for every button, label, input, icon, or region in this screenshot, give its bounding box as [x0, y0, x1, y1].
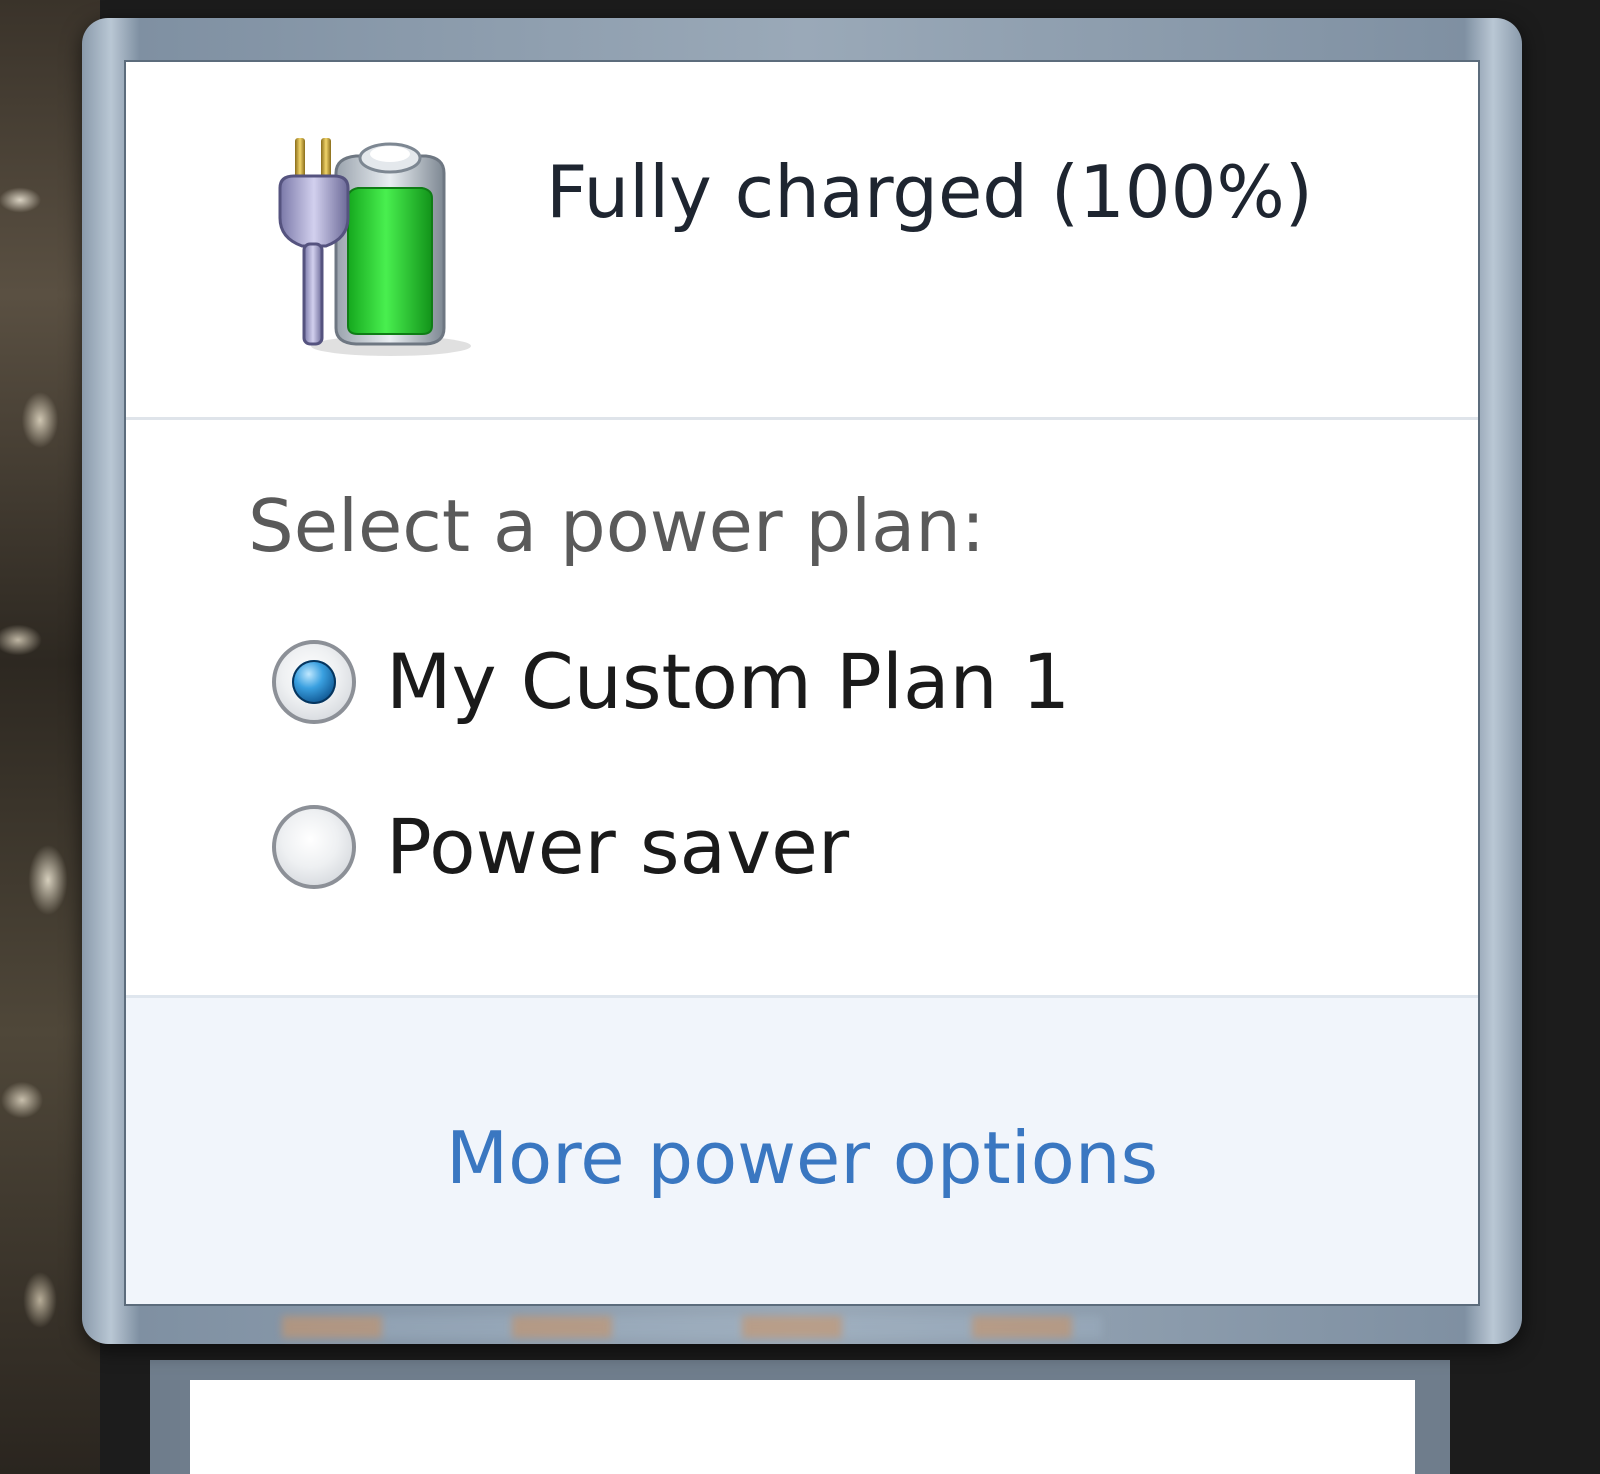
flyout-footer: More power options	[126, 998, 1478, 1304]
more-power-options-link[interactable]: More power options	[126, 1116, 1478, 1200]
power-plan-section: Select a power plan: My Custom Plan 1 Po…	[126, 420, 1478, 998]
battery-status-text: Fully charged (100%)	[546, 150, 1313, 234]
power-plan-heading: Select a power plan:	[248, 484, 986, 568]
power-flyout: Fully charged (100%) Select a power plan…	[124, 60, 1480, 1306]
radio-unselected-icon[interactable]	[272, 805, 356, 889]
plan-option-label[interactable]: Power saver	[386, 809, 849, 885]
battery-status-section: Fully charged (100%)	[126, 62, 1478, 420]
plan-option-my-custom-plan-1[interactable]: My Custom Plan 1	[272, 640, 1070, 724]
plan-option-label[interactable]: My Custom Plan 1	[386, 644, 1070, 720]
background-window-content	[190, 1380, 1415, 1474]
plan-option-power-saver[interactable]: Power saver	[272, 805, 849, 889]
radio-selected-icon[interactable]	[272, 640, 356, 724]
battery-plugged-in-icon	[266, 128, 486, 358]
